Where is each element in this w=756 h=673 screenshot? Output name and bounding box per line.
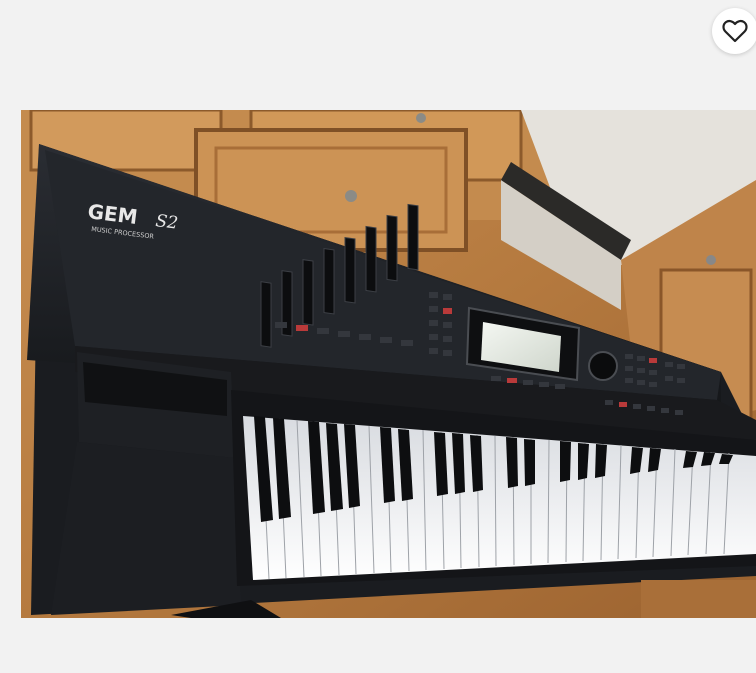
listing-page: GEM S2 MUSIC PROCESSOR	[0, 0, 756, 673]
product-photo[interactable]: GEM S2 MUSIC PROCESSOR	[21, 110, 756, 618]
favorite-button[interactable]	[712, 8, 756, 54]
heart-outline-icon	[722, 19, 748, 43]
keyboard-image: GEM S2 MUSIC PROCESSOR	[21, 110, 756, 618]
model-logo-text: S2	[154, 211, 179, 234]
